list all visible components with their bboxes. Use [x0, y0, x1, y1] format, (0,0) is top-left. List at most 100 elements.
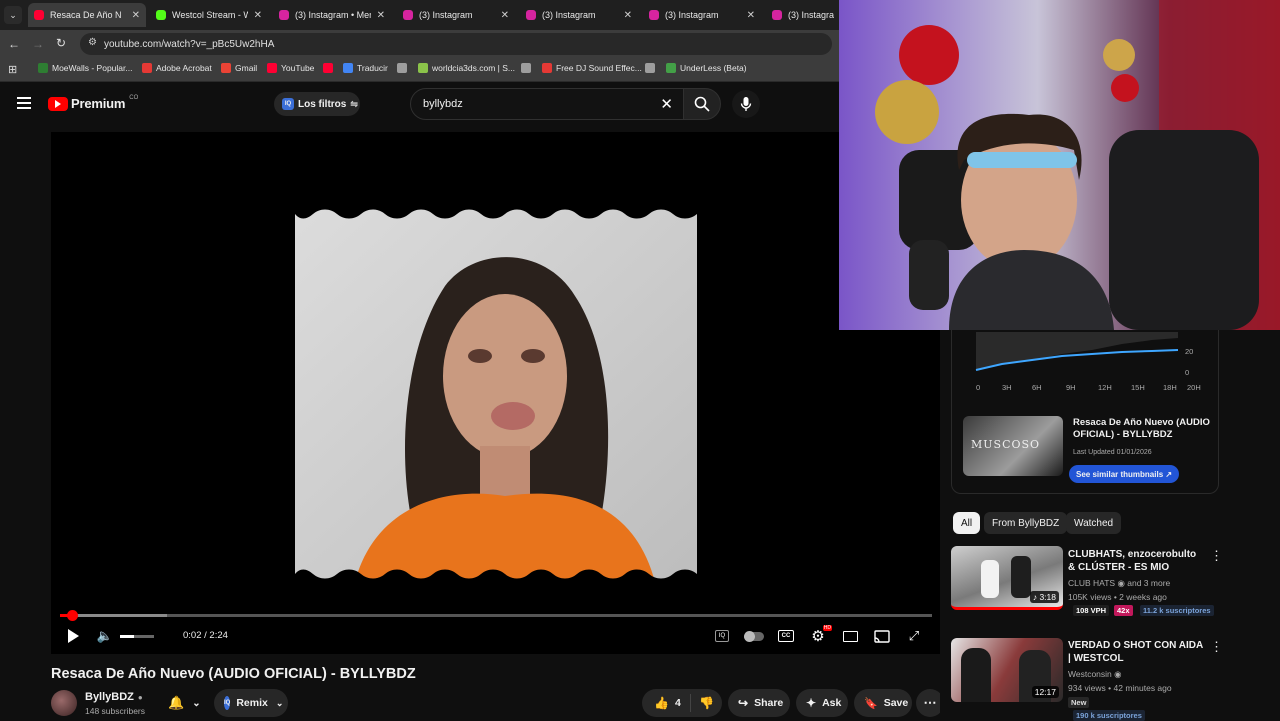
country-code: CO — [129, 94, 139, 101]
settings-button[interactable]: ⚙ HD — [808, 625, 832, 646]
bookmark-item[interactable]: MoeWalls - Popular... — [38, 63, 132, 73]
search-input[interactable]: byllybdz ✕ — [410, 88, 684, 120]
recommendation-channel[interactable]: Westconsin ◉ — [1068, 669, 1122, 680]
url-input[interactable]: ⚙ youtube.com/watch?v=_pBc5Uw2hHA — [80, 33, 832, 55]
youtube-premium-logo[interactable]: Premium CO — [48, 94, 139, 111]
save-label: Save — [883, 697, 909, 709]
browser-tab[interactable]: (3) Instagram ✕ — [643, 3, 761, 27]
bookmark-item[interactable] — [521, 63, 535, 73]
iq-extension-button[interactable]: IQ — [713, 626, 731, 646]
close-tab-icon[interactable]: ✕ — [132, 10, 140, 21]
bookmark-item[interactable] — [645, 63, 659, 73]
voice-search-button[interactable] — [732, 90, 760, 118]
fullscreen-button[interactable]: ⤢ — [905, 626, 923, 646]
clear-search-icon[interactable]: ✕ — [660, 95, 673, 113]
play-button[interactable] — [64, 626, 82, 646]
chevron-down-icon: ⌄ — [192, 697, 201, 709]
channel-extra: and 3 more — [1127, 578, 1171, 588]
chip-watched-label: Watched — [1074, 517, 1114, 529]
bookmark-favicon-icon — [343, 63, 353, 73]
browser-tab[interactable]: Westcol Stream - Wa ✕ — [150, 3, 268, 27]
see-similar-thumbnails-button[interactable]: See similar thumbnails ↗ — [1069, 465, 1180, 483]
stats-thumbnail[interactable]: MUSCOSO — [963, 416, 1063, 476]
bookmark-item[interactable]: UnderLess (Beta) — [666, 63, 747, 73]
progress-bar[interactable] — [60, 610, 932, 621]
apps-grid-icon[interactable]: ⊞ — [8, 63, 17, 76]
verified-icon: ◉ — [1114, 669, 1122, 679]
chip-all[interactable]: All — [953, 512, 981, 534]
video-title: Resaca De Año Nuevo (AUDIO OFICIAL) - BY… — [51, 666, 416, 682]
close-tab-icon[interactable]: ✕ — [501, 10, 509, 21]
menu-icon[interactable] — [17, 97, 31, 109]
search-text: byllybdz — [423, 98, 463, 110]
channel-name-row[interactable]: ByllyBDZ ● — [85, 691, 143, 703]
y-tick-0: 0 — [1185, 368, 1190, 377]
forward-icon[interactable]: → — [32, 37, 44, 51]
tab-favicon-icon — [403, 10, 413, 20]
theater-icon — [842, 630, 858, 642]
bookmark-favicon-icon — [38, 63, 48, 73]
video-duration: ♪ 3:18 — [1029, 591, 1059, 603]
browser-tab[interactable]: (3) Instagram • Mens ✕ — [273, 3, 391, 27]
save-button[interactable]: 🔖 Save — [854, 689, 912, 717]
reload-icon[interactable]: ↻ — [56, 36, 66, 50]
bookmark-item[interactable]: YouTube — [267, 63, 314, 73]
more-options-icon[interactable]: ⋮ — [1210, 639, 1223, 655]
close-tab-icon[interactable]: ✕ — [747, 10, 755, 21]
bookmark-item[interactable]: Gmail — [221, 63, 257, 73]
recommendation-channel[interactable]: CLUB HATS ◉ and 3 more — [1068, 578, 1170, 589]
chip-watched[interactable]: Watched — [1066, 512, 1122, 534]
search-button[interactable] — [683, 88, 721, 120]
recommendation-thumbnail[interactable]: 12:17 — [951, 638, 1063, 702]
y-tick-20: 20 — [1185, 347, 1194, 356]
ask-button[interactable]: ✦ Ask — [796, 689, 848, 717]
autoplay-toggle[interactable] — [743, 626, 765, 646]
ask-label: Ask — [822, 697, 842, 709]
channel-name: ByllyBDZ — [85, 691, 134, 703]
browser-tab[interactable]: Resaca De Año N ✕ — [28, 3, 146, 27]
chip-from-channel[interactable]: From ByllyBDZ — [984, 512, 1068, 534]
browser-tab[interactable]: (3) Instagram ✕ — [397, 3, 515, 27]
mute-button[interactable]: 🔈 — [96, 626, 114, 646]
close-tab-icon[interactable]: ✕ — [254, 10, 262, 21]
tab-favicon-icon — [156, 10, 166, 20]
recommendation-thumbnail[interactable]: ♪ 3:18 — [951, 546, 1063, 610]
bookmark-item[interactable]: Traducir — [343, 63, 388, 73]
close-tab-icon[interactable]: ✕ — [624, 10, 632, 21]
bookmark-item[interactable] — [323, 63, 337, 73]
tab-favicon-icon — [34, 10, 44, 20]
filters-button[interactable]: IQ Los filtros ⇋ — [274, 92, 360, 116]
bookmark-label: YouTube — [281, 63, 315, 73]
remix-button[interactable]: IQ Remix ⌄ — [214, 689, 288, 717]
more-options-icon[interactable]: ⋮ — [1210, 548, 1223, 564]
cast-button[interactable] — [873, 626, 891, 646]
browser-tab[interactable]: (3) Instagram ✕ — [520, 3, 638, 27]
browser-tab[interactable]: (3) Instagram — [766, 3, 840, 27]
bookmark-item[interactable]: Adobe Acrobat — [142, 63, 212, 73]
volume-level — [120, 635, 134, 638]
youtube-play-logo-icon — [48, 96, 68, 111]
bookmark-item[interactable]: worldcia3ds.com | S... — [418, 63, 515, 73]
volume-icon: 🔈 — [96, 628, 114, 643]
captions-button[interactable]: CC — [777, 626, 795, 646]
channel-avatar[interactable] — [51, 690, 77, 716]
recommendation-title[interactable]: VERDAD O SHOT CON AIDA | WESTCOL — [1068, 639, 1204, 665]
share-label: Share — [754, 697, 784, 709]
subscribe-bell-button[interactable]: 🔔 ⌄ — [160, 689, 210, 717]
x-tick-label: 0 — [976, 383, 981, 392]
site-info-icon[interactable]: ⚙ — [88, 37, 97, 48]
tab-list-button[interactable]: ⌄ — [4, 6, 22, 24]
bookmark-item[interactable] — [397, 63, 411, 73]
video-player[interactable] — [51, 132, 940, 654]
chip-from-channel-label: From ByllyBDZ — [992, 517, 1060, 529]
dislike-button[interactable]: 👎 — [691, 696, 714, 710]
recommendation-title[interactable]: CLUBHATS, enzocerobulto & CLÚSTER - ES M… — [1068, 548, 1204, 574]
share-button[interactable]: ↪ Share — [728, 689, 790, 717]
theater-mode-button[interactable] — [841, 626, 859, 646]
like-button[interactable]: 👍 4 — [642, 696, 690, 710]
bookmark-favicon-icon — [397, 63, 407, 73]
back-icon[interactable]: ← — [8, 37, 20, 51]
bookmark-item[interactable]: Free DJ Sound Effec... — [542, 63, 642, 73]
close-tab-icon[interactable]: ✕ — [377, 10, 385, 21]
volume-slider[interactable] — [120, 635, 154, 638]
